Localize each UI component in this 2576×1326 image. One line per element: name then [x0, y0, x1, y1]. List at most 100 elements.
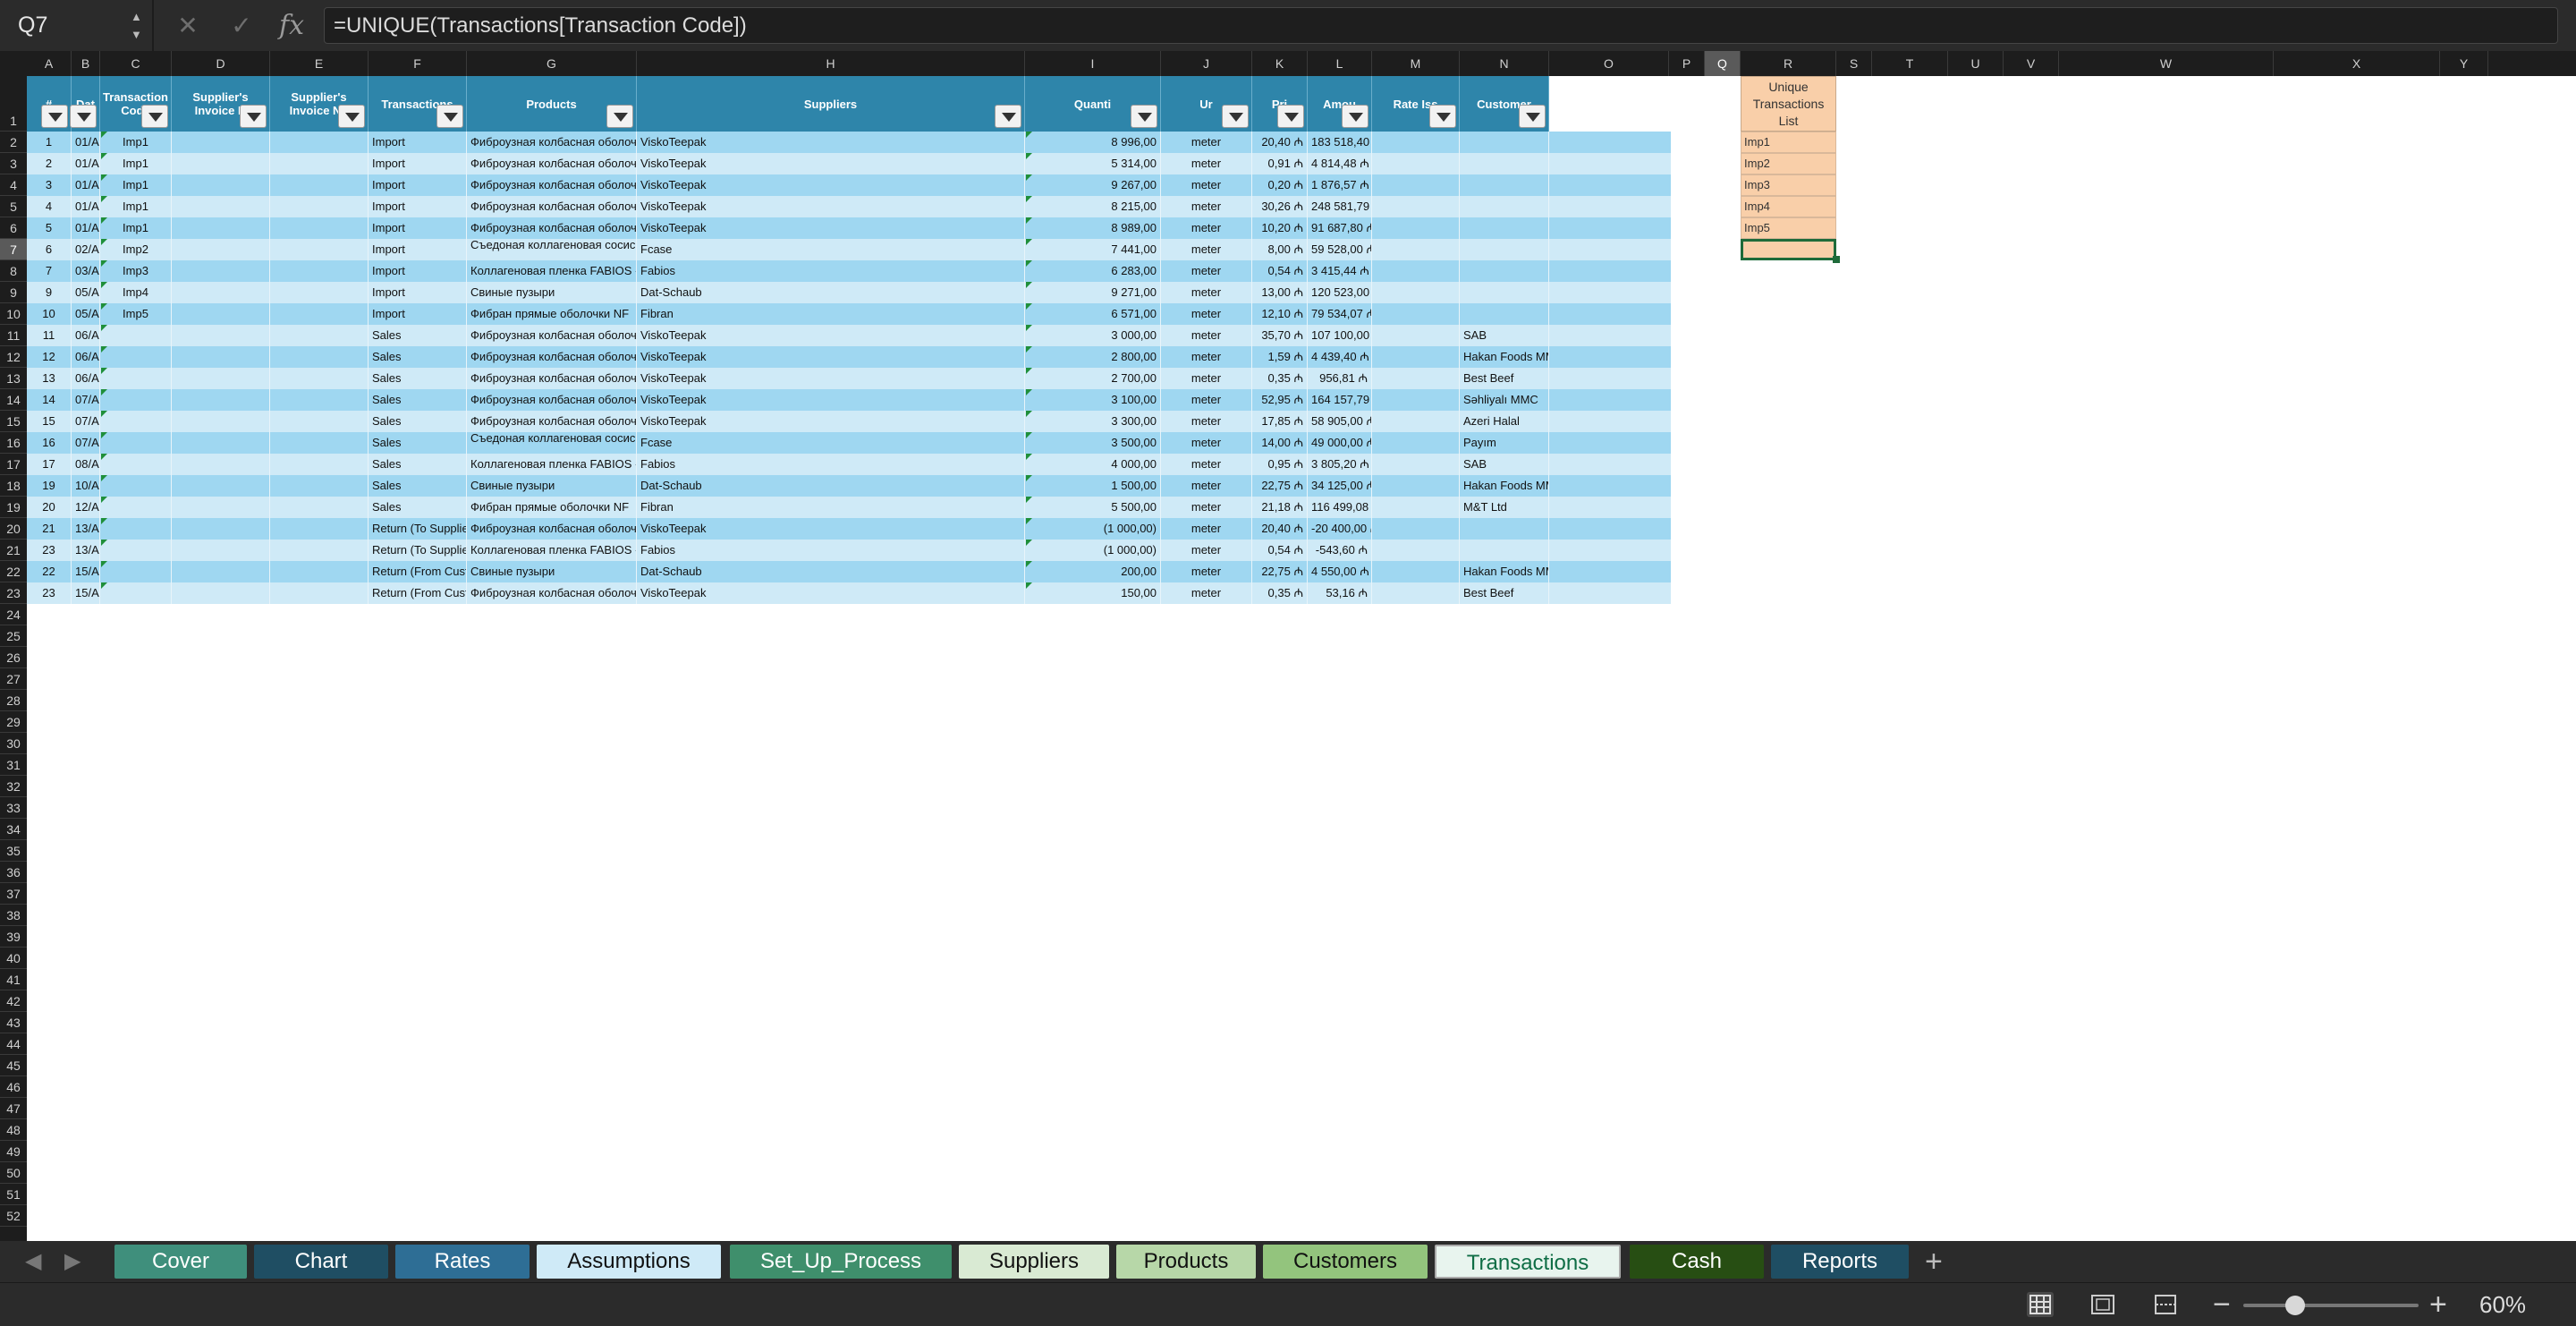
- cell-supplier[interactable]: Dat-Schaub: [637, 561, 1025, 582]
- cell-index[interactable]: 21: [27, 518, 72, 540]
- cell-quantity[interactable]: 7 441,00: [1025, 239, 1161, 260]
- cell-code[interactable]: [100, 346, 172, 368]
- cell-code[interactable]: [100, 540, 172, 561]
- row-header-3[interactable]: 3: [0, 153, 27, 174]
- cell-rate[interactable]: [1372, 132, 1460, 153]
- column-header-r[interactable]: R: [1741, 51, 1836, 76]
- cell-transaction-type[interactable]: Return (From Customers): [369, 561, 467, 582]
- cell-invoice-number[interactable]: [270, 582, 369, 604]
- cell-unit[interactable]: meter: [1161, 582, 1252, 604]
- filter-dropdown-icon[interactable]: [436, 105, 463, 128]
- cell-customer[interactable]: [1460, 540, 1549, 561]
- cell-rate[interactable]: [1372, 389, 1460, 411]
- row-header-33[interactable]: 33: [0, 797, 27, 819]
- cell-unit[interactable]: meter: [1161, 475, 1252, 497]
- cell-date[interactable]: 01/Aug/20: [72, 153, 100, 174]
- cell-quantity[interactable]: 3 300,00: [1025, 411, 1161, 432]
- cell-product[interactable]: Коллагеновая пленка FABIOS «FE»/«FEX»: [467, 454, 637, 475]
- cell-customer[interactable]: [1460, 174, 1549, 196]
- cell-date[interactable]: 06/Aug/20: [72, 325, 100, 346]
- cell-supplier[interactable]: ViskoTeepak: [637, 217, 1025, 239]
- table-row[interactable]: 1106/Aug/20 SalesФиброузная колбасная обо…: [27, 325, 1671, 346]
- cell-code[interactable]: Imp1: [100, 132, 172, 153]
- confirm-icon[interactable]: ✓: [224, 0, 259, 51]
- cell-quantity[interactable]: (1 000,00): [1025, 518, 1161, 540]
- cell-rate[interactable]: [1372, 153, 1460, 174]
- cell-supplier[interactable]: ViskoTeepak: [637, 325, 1025, 346]
- cell-code[interactable]: Imp5: [100, 303, 172, 325]
- cell-invoice-date[interactable]: [172, 325, 270, 346]
- row-header-10[interactable]: 10: [0, 303, 27, 325]
- row-header-17[interactable]: 17: [0, 454, 27, 475]
- cell-price[interactable]: 0,95 ₼: [1252, 454, 1308, 475]
- table-row[interactable]: 2012/Aug/20 SalesФибран прямые оболочки N…: [27, 497, 1671, 518]
- filter-dropdown-icon[interactable]: [1519, 105, 1546, 128]
- row-header-15[interactable]: 15: [0, 411, 27, 432]
- cell-customer[interactable]: SAB: [1460, 325, 1549, 346]
- row-header-5[interactable]: 5: [0, 196, 27, 217]
- cell-invoice-number[interactable]: [270, 432, 369, 454]
- cell-price[interactable]: 22,75 ₼: [1252, 561, 1308, 582]
- cell-amount[interactable]: 79 534,07 ₼: [1308, 303, 1372, 325]
- cell-price[interactable]: 35,70 ₼: [1252, 325, 1308, 346]
- cell-rate[interactable]: [1372, 540, 1460, 561]
- cell-quantity[interactable]: 3 500,00: [1025, 432, 1161, 454]
- row-header-42[interactable]: 42: [0, 990, 27, 1012]
- filter-dropdown-icon[interactable]: [141, 105, 168, 128]
- cell-amount[interactable]: 956,81 ₼: [1308, 368, 1372, 389]
- column-header-s[interactable]: S: [1836, 51, 1872, 76]
- cell-index[interactable]: 9: [27, 282, 72, 303]
- row-header-38[interactable]: 38: [0, 905, 27, 926]
- cell-date[interactable]: 01/Aug/20: [72, 217, 100, 239]
- cell-invoice-date[interactable]: [172, 153, 270, 174]
- cell-customer[interactable]: Hakan Foods MMC: [1460, 346, 1549, 368]
- cell-invoice-number[interactable]: [270, 282, 369, 303]
- cell-index[interactable]: 12: [27, 346, 72, 368]
- cell-price[interactable]: 12,10 ₼: [1252, 303, 1308, 325]
- sheet-tab-customers[interactable]: Customers: [1263, 1245, 1428, 1279]
- column-header-g[interactable]: G: [467, 51, 637, 76]
- cell-customer[interactable]: [1460, 153, 1549, 174]
- cell-product[interactable]: Свиные пузыри: [467, 475, 637, 497]
- cell-index[interactable]: 10: [27, 303, 72, 325]
- column-header-v[interactable]: V: [2004, 51, 2059, 76]
- cell-transaction-type[interactable]: Import: [369, 282, 467, 303]
- cell-unit[interactable]: meter: [1161, 561, 1252, 582]
- cell-product[interactable]: Фиброузная колбасная оболочка «FLX»: [467, 518, 637, 540]
- sheet-tab-rates[interactable]: Rates: [395, 1245, 530, 1279]
- cell-product[interactable]: Коллагеновая пленка FABIOS «FE»/«FEX»: [467, 540, 637, 561]
- cell-product[interactable]: Коллагеновая пленка FABIOS «FE»/«FEX»: [467, 260, 637, 282]
- next-sheet-icon[interactable]: ▶: [64, 1248, 80, 1274]
- row-header-36[interactable]: 36: [0, 862, 27, 883]
- cell-amount[interactable]: 49 000,00 ₼: [1308, 432, 1372, 454]
- unique-list-item[interactable]: Imp1: [1741, 132, 1836, 153]
- column-header-l[interactable]: L: [1308, 51, 1372, 76]
- row-header-4[interactable]: 4: [0, 174, 27, 196]
- cell-supplier[interactable]: ViskoTeepak: [637, 582, 1025, 604]
- cell-rate[interactable]: [1372, 582, 1460, 604]
- cell-date[interactable]: 03/Aug/20: [72, 260, 100, 282]
- cell-quantity[interactable]: 9 267,00: [1025, 174, 1161, 196]
- cell-unit[interactable]: meter: [1161, 346, 1252, 368]
- cell-supplier[interactable]: ViskoTeepak: [637, 518, 1025, 540]
- cell-index[interactable]: 13: [27, 368, 72, 389]
- cell-date[interactable]: 07/Aug/20: [72, 389, 100, 411]
- cell-rate[interactable]: [1372, 303, 1460, 325]
- row-header-30[interactable]: 30: [0, 733, 27, 754]
- cell-code[interactable]: [100, 454, 172, 475]
- cell-price[interactable]: 0,91 ₼: [1252, 153, 1308, 174]
- cell-unit[interactable]: meter: [1161, 260, 1252, 282]
- row-header-23[interactable]: 23: [0, 582, 27, 604]
- cell-index[interactable]: 22: [27, 561, 72, 582]
- table-row[interactable]: 101/Aug/20Imp1 ImportФиброузная колбасная…: [27, 132, 1671, 153]
- cell-transaction-type[interactable]: Import: [369, 260, 467, 282]
- cell-quantity[interactable]: 6 283,00: [1025, 260, 1161, 282]
- cell-invoice-date[interactable]: [172, 497, 270, 518]
- cell-invoice-date[interactable]: [172, 561, 270, 582]
- cell-price[interactable]: 8,00 ₼: [1252, 239, 1308, 260]
- cell-amount[interactable]: 3 415,44 ₼: [1308, 260, 1372, 282]
- sheet-tab-cash[interactable]: Cash: [1630, 1245, 1764, 1279]
- cell-invoice-number[interactable]: [270, 153, 369, 174]
- row-header-50[interactable]: 50: [0, 1162, 27, 1184]
- page-layout-icon[interactable]: [2089, 1292, 2116, 1317]
